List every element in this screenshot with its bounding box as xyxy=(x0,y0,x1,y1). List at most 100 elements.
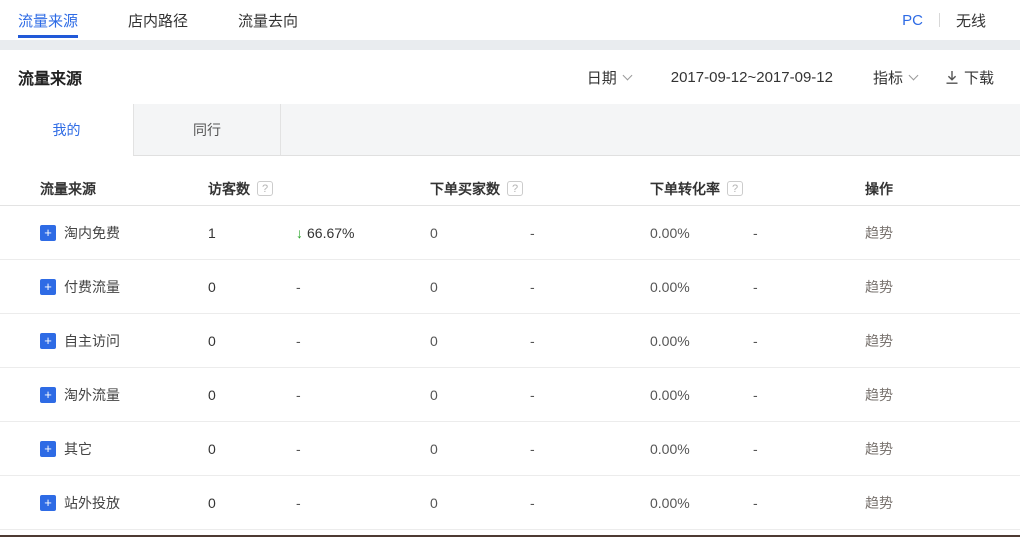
expand-plus-icon[interactable]: + xyxy=(40,495,56,511)
buyers-change: - xyxy=(530,387,650,403)
visitors-change: - xyxy=(296,441,301,457)
divider xyxy=(939,13,940,27)
download-label: 下载 xyxy=(964,67,994,88)
traffic-source-table: 流量来源 访客数 ? 下单买家数 ? 下单转化率 ? 操作 + 淘内免费 1 ↓… xyxy=(0,172,1020,530)
col-header-conversion-label: 下单转化率 xyxy=(650,179,720,199)
buyers-value: 0 xyxy=(430,441,530,457)
table-body: + 淘内免费 1 ↓ 66.67% 0 - 0.00% - 趋势 + 付费流量 … xyxy=(0,206,1020,530)
buyers-value: 0 xyxy=(430,225,530,241)
nav-tab-instore-path[interactable]: 店内路径 xyxy=(128,0,188,40)
section-separator xyxy=(0,40,1020,50)
down-arrow-icon: ↓ xyxy=(296,225,303,241)
content-header: 流量来源 日期 2017-09-12~2017-09-12 指标 下载 xyxy=(0,50,1020,104)
header-controls: 日期 2017-09-12~2017-09-12 指标 下载 xyxy=(587,67,994,88)
conversion-change: - xyxy=(753,225,865,241)
table-row: + 付费流量 0 ↓ - 0 - 0.00% - 趋势 xyxy=(0,260,1020,314)
metrics-dropdown-label: 指标 xyxy=(873,67,903,88)
conversion-value: 0.00% xyxy=(650,333,753,349)
expand-plus-icon[interactable]: + xyxy=(40,225,56,241)
trend-link[interactable]: 趋势 xyxy=(865,495,893,511)
visitors-change: 66.67% xyxy=(307,225,354,241)
visitors-change: - xyxy=(296,495,301,511)
top-nav: 流量来源 店内路径 流量去向 PC 无线 xyxy=(0,0,1020,40)
expand-plus-icon[interactable]: + xyxy=(40,387,56,403)
visitors-change: - xyxy=(296,333,301,349)
col-header-action: 操作 xyxy=(865,179,1020,199)
expand-plus-icon[interactable]: + xyxy=(40,279,56,295)
device-switch: PC 无线 xyxy=(902,10,986,31)
visitors-value: 0 xyxy=(208,441,296,457)
date-dropdown-label: 日期 xyxy=(587,67,617,88)
conversion-change: - xyxy=(753,441,865,457)
col-header-source: 流量来源 xyxy=(0,179,208,199)
trend-link[interactable]: 趋势 xyxy=(865,333,893,349)
source-name: 淘内免费 xyxy=(64,223,120,243)
page-title: 流量来源 xyxy=(18,65,82,89)
buyers-change: - xyxy=(530,279,650,295)
expand-plus-icon[interactable]: + xyxy=(40,441,56,457)
tab-peers[interactable]: 同行 xyxy=(133,104,281,155)
table-row: + 其它 0 ↓ - 0 - 0.00% - 趋势 xyxy=(0,422,1020,476)
table-row: + 淘外流量 0 ↓ - 0 - 0.00% - 趋势 xyxy=(0,368,1020,422)
download-icon xyxy=(945,70,959,85)
tab-mine[interactable]: 我的 xyxy=(0,104,133,156)
visitors-change: - xyxy=(296,387,301,403)
chevron-down-icon xyxy=(622,70,632,80)
conversion-value: 0.00% xyxy=(650,495,753,511)
conversion-change: - xyxy=(753,279,865,295)
buyers-value: 0 xyxy=(430,333,530,349)
col-header-buyers: 下单买家数 ? xyxy=(430,179,650,199)
col-header-conversion: 下单转化率 ? xyxy=(650,179,865,199)
buyers-change: - xyxy=(530,495,650,511)
source-name: 站外投放 xyxy=(64,493,120,513)
date-dropdown[interactable]: 日期 xyxy=(587,67,631,88)
conversion-value: 0.00% xyxy=(650,387,753,403)
buyers-value: 0 xyxy=(430,279,530,295)
buyers-change: - xyxy=(530,225,650,241)
conversion-value: 0.00% xyxy=(650,441,753,457)
pc-toggle[interactable]: PC xyxy=(902,12,923,29)
trend-link[interactable]: 趋势 xyxy=(865,387,893,403)
buyers-value: 0 xyxy=(430,387,530,403)
visitors-value: 1 xyxy=(208,225,296,241)
trend-link[interactable]: 趋势 xyxy=(865,441,893,457)
help-icon[interactable]: ? xyxy=(257,181,273,196)
conversion-change: - xyxy=(753,333,865,349)
trend-link[interactable]: 趋势 xyxy=(865,279,893,295)
source-name: 自主访问 xyxy=(64,331,120,351)
col-header-visitors: 访客数 ? xyxy=(208,179,430,199)
chevron-down-icon xyxy=(909,70,919,80)
buyers-change: - xyxy=(530,333,650,349)
wireless-toggle[interactable]: 无线 xyxy=(956,10,986,31)
expand-plus-icon[interactable]: + xyxy=(40,333,56,349)
nav-tab-traffic-destination[interactable]: 流量去向 xyxy=(238,0,298,40)
metrics-dropdown[interactable]: 指标 xyxy=(873,67,917,88)
table-header-row: 流量来源 访客数 ? 下单买家数 ? 下单转化率 ? 操作 xyxy=(0,172,1020,206)
visitors-value: 0 xyxy=(208,333,296,349)
col-header-visitors-label: 访客数 xyxy=(208,179,250,199)
help-icon[interactable]: ? xyxy=(507,181,523,196)
download-button[interactable]: 下载 xyxy=(945,67,994,88)
conversion-value: 0.00% xyxy=(650,279,753,295)
help-icon[interactable]: ? xyxy=(727,181,743,196)
col-header-buyers-label: 下单买家数 xyxy=(430,179,500,199)
table-row: + 自主访问 0 ↓ - 0 - 0.00% - 趋势 xyxy=(0,314,1020,368)
date-range-display[interactable]: 2017-09-12~2017-09-12 xyxy=(671,69,833,86)
visitors-value: 0 xyxy=(208,387,296,403)
conversion-value: 0.00% xyxy=(650,225,753,241)
table-row: + 站外投放 0 ↓ - 0 - 0.00% - 趋势 xyxy=(0,476,1020,530)
table-row: + 淘内免费 1 ↓ 66.67% 0 - 0.00% - 趋势 xyxy=(0,206,1020,260)
conversion-change: - xyxy=(753,387,865,403)
nav-tab-traffic-source[interactable]: 流量来源 xyxy=(18,0,78,40)
visitors-change: - xyxy=(296,279,301,295)
sub-tab-strip: 我的 同行 xyxy=(0,104,1020,156)
visitors-value: 0 xyxy=(208,495,296,511)
conversion-change: - xyxy=(753,495,865,511)
source-name: 付费流量 xyxy=(64,277,120,297)
buyers-value: 0 xyxy=(430,495,530,511)
visitors-value: 0 xyxy=(208,279,296,295)
source-name: 淘外流量 xyxy=(64,385,120,405)
trend-link[interactable]: 趋势 xyxy=(865,225,893,241)
source-name: 其它 xyxy=(64,439,92,459)
buyers-change: - xyxy=(530,441,650,457)
